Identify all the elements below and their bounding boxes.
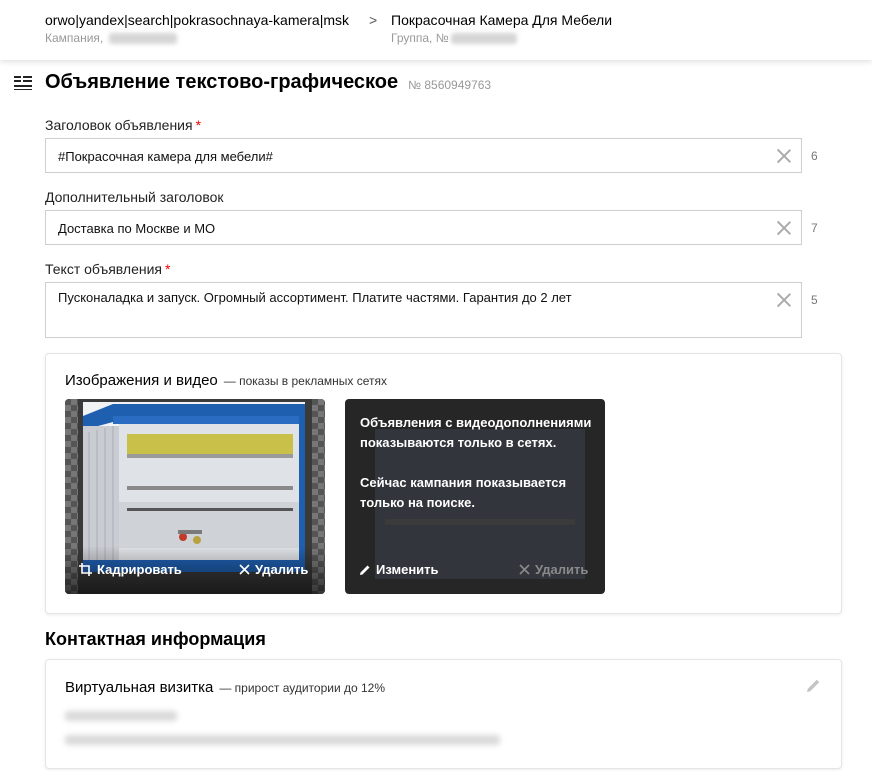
- ad-text-textarea[interactable]: Пусконаладка и запуск. Огромный ассортим…: [45, 282, 802, 338]
- ad-title: Объявление текстово-графическое: [45, 71, 399, 93]
- contact-card-subtitle: — прирост аудитории до 12%: [219, 681, 386, 695]
- breadcrumb-group[interactable]: Покрасочная Камера Для Мебели Группа, №: [391, 12, 612, 45]
- contact-name-redacted: [65, 711, 177, 721]
- ad-text-label-text: Текст объявления: [45, 261, 163, 277]
- clear-icon[interactable]: [777, 293, 791, 307]
- ad-number: № 8560949763: [408, 77, 492, 92]
- campaign-id-redacted: [109, 32, 178, 44]
- campaign-meta: Кампания,: [45, 31, 349, 45]
- group-label: Группа, №: [391, 31, 449, 45]
- delete-image-button[interactable]: Удалить: [239, 562, 308, 577]
- media-title: Изображения и видео: [65, 372, 218, 389]
- delete-label: Удалить: [255, 562, 309, 577]
- breadcrumb-separator: >: [369, 12, 378, 28]
- extra-headline-label-text: Дополнительный заголовок: [45, 189, 224, 205]
- close-icon: [239, 564, 250, 575]
- pencil-icon: [360, 565, 370, 575]
- delete-label: Удалить: [535, 562, 589, 577]
- headline-label-text: Заголовок объявления: [45, 117, 193, 133]
- clear-icon[interactable]: [777, 149, 791, 163]
- media-subtitle: — показы в рекламных сетях: [223, 374, 388, 388]
- contact-card-title: Виртуальная визитка: [65, 679, 214, 696]
- video-notice-line-2: Сейчас кампания показывается только на п…: [360, 475, 567, 510]
- media-card: Изображения и видео — показы в рекламных…: [45, 353, 842, 614]
- crop-label: Кадрировать: [97, 562, 182, 577]
- extra-headline-value: Доставка по Москве и МО: [58, 221, 216, 236]
- video-notice-line-1: Объявления с видеодополнениями показываю…: [360, 415, 592, 450]
- group-name[interactable]: Покрасочная Камера Для Мебели: [391, 12, 612, 28]
- breadcrumb-campaign[interactable]: orwo|yandex|search|pokrasochnaya-kamera|…: [45, 12, 349, 45]
- ad-text-value: Пусконаладка и запуск. Огромный ассортим…: [58, 290, 572, 305]
- image-tile[interactable]: Кадрировать Удалить: [65, 399, 325, 594]
- campaign-label: Кампания,: [45, 31, 104, 45]
- media-header: Изображения и видео — показы в рекламных…: [65, 372, 387, 389]
- menu-icon[interactable]: [14, 75, 32, 90]
- headline-input[interactable]: #Покрасочная камера для мебели#: [45, 138, 802, 173]
- edit-video-button[interactable]: Изменить: [359, 562, 439, 577]
- close-icon: [519, 564, 530, 575]
- delete-video-button[interactable]: Удалить: [519, 562, 588, 577]
- extra-headline-input[interactable]: Доставка по Москве и МО: [45, 210, 802, 245]
- top-bar: orwo|yandex|search|pokrasochnaya-kamera|…: [0, 0, 872, 60]
- crop-icon: [79, 563, 92, 576]
- pencil-icon[interactable]: [806, 678, 821, 693]
- required-mark: *: [165, 261, 171, 277]
- ad-text-counter: 5: [811, 293, 818, 307]
- video-notice: Объявления с видеодополнениями показываю…: [360, 413, 595, 513]
- clear-icon[interactable]: [777, 221, 791, 235]
- contact-card-header: Виртуальная визитка — прирост аудитории …: [65, 679, 385, 696]
- contact-section-title: Контактная информация: [45, 629, 266, 649]
- group-id-redacted: [450, 32, 517, 44]
- contact-card: Виртуальная визитка — прирост аудитории …: [45, 659, 842, 769]
- headline-value: #Покрасочная камера для мебели#: [58, 149, 273, 164]
- group-meta: Группа, №: [391, 31, 612, 45]
- contact-details-redacted: [65, 735, 500, 745]
- headline-label: Заголовок объявления *: [45, 117, 201, 133]
- required-mark: *: [195, 117, 202, 133]
- edit-label: Изменить: [376, 562, 439, 577]
- extra-headline-label: Дополнительный заголовок: [45, 189, 224, 205]
- extra-headline-counter: 7: [811, 221, 818, 235]
- ad-header: Объявление текстово-графическое № 856094…: [14, 71, 491, 94]
- crop-button[interactable]: Кадрировать: [79, 562, 182, 577]
- ad-text-label: Текст объявления *: [45, 261, 170, 277]
- video-tile[interactable]: Объявления с видеодополнениями показываю…: [345, 399, 605, 594]
- campaign-name[interactable]: orwo|yandex|search|pokrasochnaya-kamera|…: [45, 12, 349, 28]
- headline-counter: 6: [811, 149, 818, 163]
